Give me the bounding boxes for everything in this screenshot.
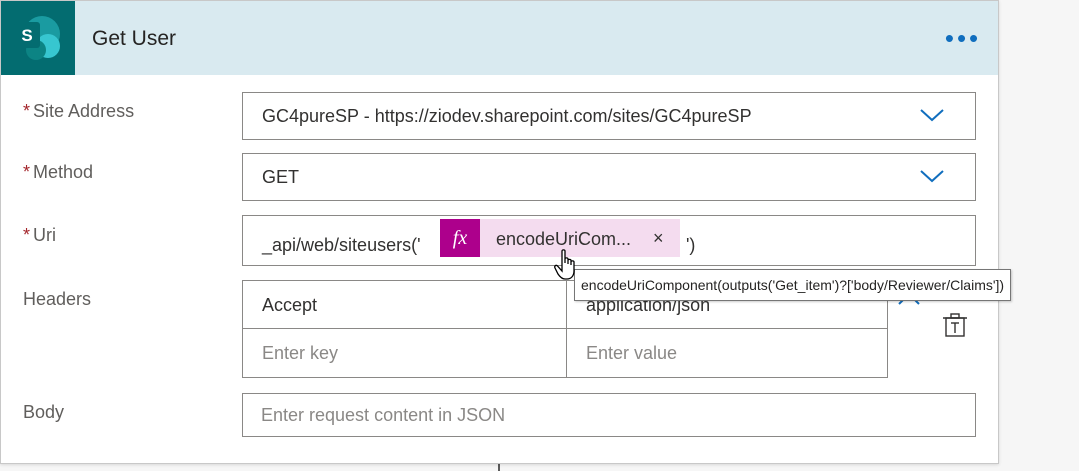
action-card: S Get User ••• * Site Address GC4pureSP -… bbox=[0, 0, 1012, 464]
uri-label: * Uri bbox=[23, 225, 56, 246]
action-header[interactable]: S Get User ••• bbox=[1, 1, 998, 75]
sharepoint-icon: S bbox=[14, 16, 60, 60]
sharepoint-logo: S bbox=[1, 1, 75, 75]
required-marker: * bbox=[23, 162, 31, 182]
logo-letter: S bbox=[21, 26, 32, 45]
method-label-text: Method bbox=[33, 162, 94, 182]
body-label: Body bbox=[23, 402, 65, 422]
site-address-dropdown[interactable]: GC4pureSP - https://ziodev.sharepoint.co… bbox=[242, 92, 976, 140]
expression-token-label: encodeUriCom... bbox=[496, 229, 632, 249]
column-divider bbox=[566, 281, 567, 377]
method-value: GET bbox=[262, 167, 300, 187]
action-title[interactable]: Get User bbox=[92, 27, 176, 51]
site-address-value: GC4pureSP - https://ziodev.sharepoint.co… bbox=[262, 106, 752, 126]
required-marker: * bbox=[23, 225, 31, 245]
method-label: * Method bbox=[23, 162, 93, 183]
chevron-down-icon[interactable] bbox=[919, 107, 945, 123]
method-dropdown[interactable]: GET bbox=[242, 153, 976, 201]
uri-label-text: Uri bbox=[33, 225, 57, 245]
row-divider bbox=[243, 328, 887, 329]
header-key-cell[interactable]: Accept bbox=[243, 281, 566, 328]
site-address-label-text: Site Address bbox=[33, 101, 135, 121]
expression-tooltip: encodeUriComponent(outputs('Get_item')?[… bbox=[574, 269, 1012, 301]
hand-pointer-icon bbox=[554, 249, 575, 280]
more-horizontal-icon[interactable]: ••• bbox=[941, 23, 985, 53]
chevron-down-icon[interactable] bbox=[919, 168, 945, 184]
uri-suffix-text: ') bbox=[686, 235, 696, 255]
fx-icon: fx bbox=[440, 219, 480, 257]
required-marker: * bbox=[23, 101, 31, 121]
uri-input[interactable]: _api/web/siteusers(' fx encodeUriCom... … bbox=[242, 215, 976, 266]
header-value-input[interactable]: Enter value bbox=[567, 329, 887, 377]
site-address-label: * Site Address bbox=[23, 101, 134, 122]
header-key-input[interactable]: Enter key bbox=[243, 329, 566, 377]
body-input[interactable]: Enter request content in JSON bbox=[242, 393, 976, 437]
delete-icon[interactable] bbox=[941, 313, 969, 339]
uri-prefix-text: _api/web/siteusers(' bbox=[262, 235, 421, 255]
close-icon[interactable]: × bbox=[653, 228, 664, 249]
headers-label: Headers bbox=[23, 289, 92, 309]
